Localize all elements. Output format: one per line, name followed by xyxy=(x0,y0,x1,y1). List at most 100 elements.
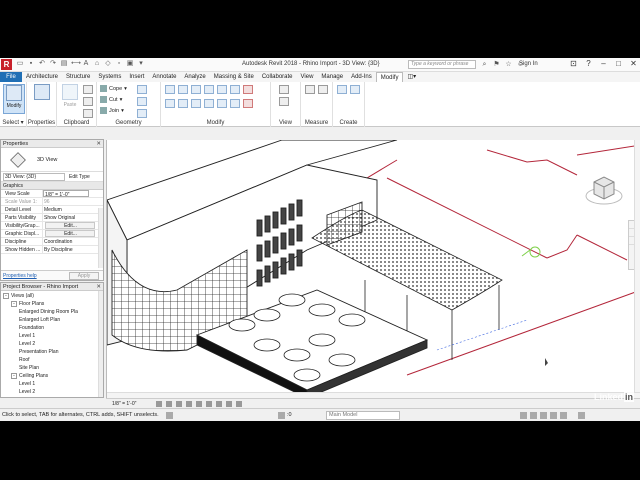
copy-icon[interactable] xyxy=(178,99,188,108)
tab-architecture[interactable]: Architecture xyxy=(22,72,62,82)
property-row[interactable]: Detail Level Medium xyxy=(1,206,103,214)
dimension-icon[interactable] xyxy=(318,85,328,94)
apply-button[interactable]: Apply xyxy=(69,272,99,280)
browser-node[interactable]: Level 1 xyxy=(1,380,103,388)
shadows-icon[interactable] xyxy=(186,401,192,407)
3d-view-canvas[interactable] xyxy=(106,140,640,398)
tab-view[interactable]: View xyxy=(297,72,318,82)
browser-node[interactable]: - Ceiling Plans xyxy=(1,372,103,380)
property-row[interactable]: Scale Value 1: 96 xyxy=(1,198,103,206)
cart-icon[interactable]: ⊡ xyxy=(569,59,578,68)
cope-button[interactable]: Cope ▾ xyxy=(100,85,127,92)
select-dropdown[interactable]: Select ▾ xyxy=(0,119,26,126)
qat-dropdown-icon[interactable]: ▾ xyxy=(137,60,145,68)
favorite-icon[interactable]: ☆ xyxy=(504,60,513,69)
browser-node[interactable]: Roof xyxy=(1,356,103,364)
subscription-icon[interactable]: ⚑ xyxy=(492,60,501,69)
view-scale[interactable]: 1/8" = 1'-0" xyxy=(112,401,136,407)
save-icon[interactable]: ▪ xyxy=(27,60,35,68)
ribbon-options-icon[interactable]: ◫▾ xyxy=(403,72,420,82)
property-row[interactable]: Discipline Coordination xyxy=(1,238,103,246)
tab-insert[interactable]: Insert xyxy=(125,72,148,82)
graphics-section[interactable]: Graphics xyxy=(1,182,103,190)
rotate-icon[interactable] xyxy=(191,99,201,108)
sun-path-icon[interactable] xyxy=(176,401,182,407)
minimize-icon[interactable]: – xyxy=(599,59,608,68)
type-selector[interactable]: 3D View xyxy=(1,148,103,172)
join-button[interactable]: Join ▾ xyxy=(100,107,124,114)
browser-node[interactable]: Enlarged Dining Room Pla xyxy=(1,308,103,316)
trim-icon[interactable] xyxy=(204,99,214,108)
measure-icon-ribbon[interactable] xyxy=(305,85,315,94)
tab-analyze[interactable]: Analyze xyxy=(180,72,209,82)
maximize-icon[interactable]: □ xyxy=(614,59,623,68)
move-icon[interactable] xyxy=(165,99,175,108)
visual-style-icon[interactable] xyxy=(166,401,172,407)
search-input[interactable]: Type a keyword or phrase xyxy=(408,60,476,69)
open-icon[interactable]: ▭ xyxy=(16,60,24,68)
tab-modify[interactable]: Modify xyxy=(375,72,404,82)
close-icon[interactable]: ✕ xyxy=(629,59,638,68)
match-type-icon[interactable] xyxy=(83,109,93,118)
tab-systems[interactable]: Systems xyxy=(94,72,125,82)
cut-button[interactable]: Cut ▾ xyxy=(100,96,122,103)
pin-icon[interactable] xyxy=(243,85,253,94)
browser-node[interactable]: Level 1 xyxy=(1,332,103,340)
active-model-select[interactable]: Main Model xyxy=(326,411,400,420)
collapse-toggle-icon[interactable]: - xyxy=(11,300,17,307)
edit-type-button[interactable]: Edit Type xyxy=(69,173,90,181)
property-row[interactable]: Graphic Displ... Edit... xyxy=(1,230,103,238)
scale-icon[interactable] xyxy=(230,99,240,108)
drag-elements-icon[interactable] xyxy=(560,412,567,419)
tab-annotate[interactable]: Annotate xyxy=(148,72,180,82)
lock-view-icon[interactable] xyxy=(226,401,232,407)
property-value[interactable]: Coordination xyxy=(43,238,103,245)
help-icon[interactable]: ? xyxy=(584,59,593,68)
revit-logo[interactable]: R xyxy=(1,59,12,70)
browser-node[interactable]: Foundation xyxy=(1,324,103,332)
property-value[interactable]: By Discipline xyxy=(43,246,103,253)
tab-massing-site[interactable]: Massing & Site xyxy=(210,72,258,82)
crop-view-icon[interactable] xyxy=(206,401,212,407)
instance-selector[interactable]: 3D View: {3D} xyxy=(3,173,65,181)
offset-icon[interactable] xyxy=(178,85,188,94)
tab-file[interactable]: File xyxy=(0,72,22,82)
tab-manage[interactable]: Manage xyxy=(317,72,347,82)
detail-level-icon[interactable] xyxy=(156,401,162,407)
redo-icon[interactable]: ↷ xyxy=(49,60,57,68)
hide-icon[interactable] xyxy=(279,85,289,94)
property-row[interactable]: Parts Visibility Show Original xyxy=(1,214,103,222)
select-by-face-icon[interactable] xyxy=(550,412,557,419)
view-vertical-scrollbar[interactable] xyxy=(634,140,640,398)
paint-icon[interactable] xyxy=(137,109,147,118)
copy-clipboard-icon[interactable] xyxy=(83,97,93,106)
delete-icon[interactable] xyxy=(243,99,253,108)
collapse-toggle-icon[interactable]: - xyxy=(11,372,17,379)
select-underlay-icon[interactable] xyxy=(530,412,537,419)
tab-add-ins[interactable]: Add-Ins xyxy=(347,72,376,82)
property-value[interactable]: Show Original xyxy=(43,214,103,221)
split-face-icon[interactable] xyxy=(137,97,147,106)
cut-clipboard-icon[interactable] xyxy=(83,85,93,94)
wall-joins-icon[interactable] xyxy=(137,85,147,94)
property-row[interactable]: View Scale 1/8" = 1'-0" xyxy=(1,190,103,198)
property-row[interactable]: Show Hidden ... By Discipline xyxy=(1,246,103,254)
browser-scrollbar[interactable] xyxy=(98,291,103,397)
tab-collaborate[interactable]: Collaborate xyxy=(258,72,297,82)
array-icon[interactable] xyxy=(217,99,227,108)
section-icon[interactable]: ◇ xyxy=(104,60,112,68)
filter-icon[interactable] xyxy=(578,412,585,419)
modify-button[interactable]: Modify xyxy=(3,84,25,114)
property-value[interactable]: 1/8" = 1'-0" xyxy=(43,190,89,197)
create-group-icon[interactable] xyxy=(350,85,360,94)
search-icon[interactable]: ⌕ xyxy=(480,60,489,69)
browser-node[interactable]: Enlarged Loft Plan xyxy=(1,316,103,324)
property-edit-button[interactable]: Edit... xyxy=(45,230,95,237)
properties-button[interactable] xyxy=(31,84,53,114)
property-row[interactable]: Visibility/Grap... Edit... xyxy=(1,222,103,230)
select-links-icon[interactable] xyxy=(520,412,527,419)
tab-structure[interactable]: Structure xyxy=(62,72,94,82)
create-parts-icon[interactable] xyxy=(337,85,347,94)
properties-help-link[interactable]: Properties help xyxy=(3,273,37,279)
browser-node[interactable]: Level 2 xyxy=(1,340,103,348)
